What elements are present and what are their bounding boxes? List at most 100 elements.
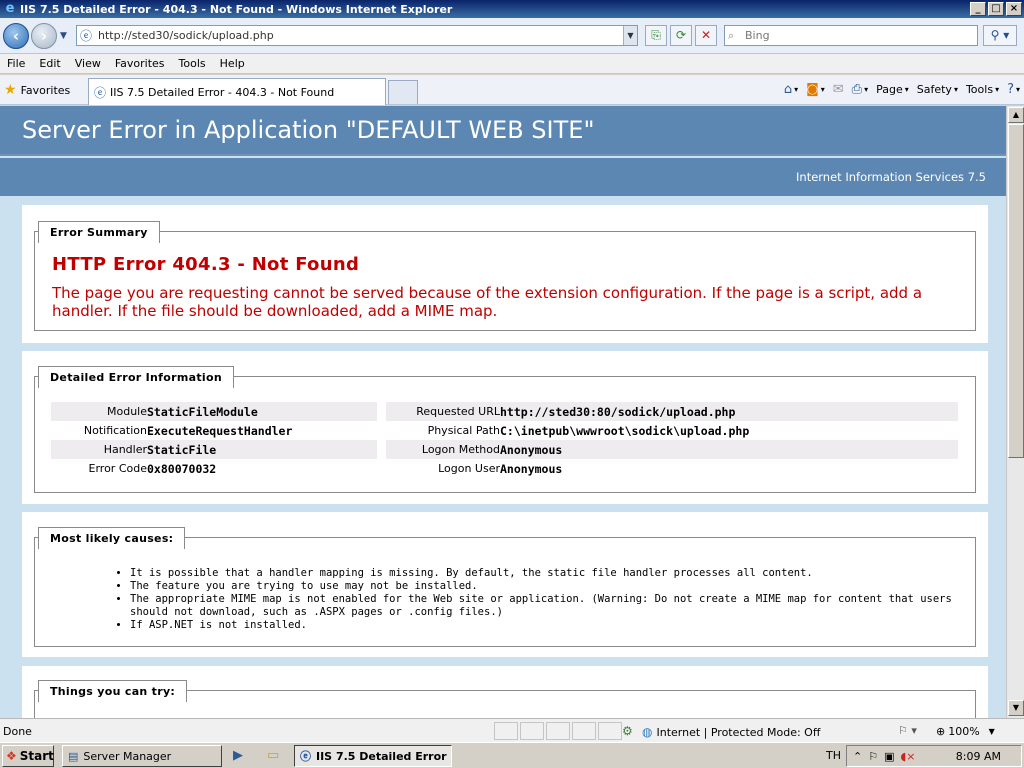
detail-left-column: Module StaticFileModule Notification Execu…: [51, 402, 377, 478]
window-title-bar[interactable]: e IIS 7.5 Detailed Error - 404.3 - Not F…: [0, 0, 1024, 18]
favorites-button[interactable]: ★ Favorites: [4, 82, 70, 98]
tab-active[interactable]: ⓔ IIS 7.5 Detailed Error - 404.3 - Not F…: [88, 78, 386, 105]
error-summary-legend: Error Summary: [38, 221, 160, 243]
status-segment: [598, 722, 622, 740]
stop-button[interactable]: ✕: [695, 25, 717, 46]
maximize-button[interactable]: □: [988, 2, 1004, 16]
back-button[interactable]: ‹: [3, 23, 29, 49]
detail-row: Physical Path C:\inetpub\wwwroot\sodick\u…: [427, 423, 750, 438]
feeds-button[interactable]: ◙ ▾: [806, 82, 825, 97]
close-window-button[interactable]: ×: [1006, 2, 1022, 16]
home-button[interactable]: ⌂ ▾: [784, 82, 798, 97]
rss-icon: ◙: [806, 82, 819, 97]
help-icon: ?: [1007, 82, 1014, 97]
taskbar-item-server-manager[interactable]: ▤ Server Manager: [62, 745, 222, 767]
detail-row: Logon Method Anonymous: [386, 440, 958, 459]
status-segment: [520, 722, 544, 740]
volume-muted-icon[interactable]: ◖×: [901, 750, 916, 763]
status-bar: Done ⚙ ◍ Internet | Protected Mode: Off …: [0, 718, 1024, 742]
menu-tools[interactable]: Tools: [172, 57, 213, 70]
menu-favorites[interactable]: Favorites: [108, 57, 172, 70]
forward-button[interactable]: ›: [31, 23, 57, 49]
error-title: HTTP Error 404.3 - Not Found: [52, 254, 360, 275]
window-title: IIS 7.5 Detailed Error - 404.3 - Not Fou…: [20, 2, 453, 16]
star-icon: ★: [4, 82, 17, 98]
status-segment: [494, 722, 518, 740]
try-panel: Things you can try:: [22, 666, 988, 718]
page-title: Server Error in Application "DEFAULT WEB…: [22, 116, 595, 144]
scroll-down-button[interactable]: ▼: [1008, 700, 1024, 716]
detail-row: Handler StaticFile: [51, 440, 377, 459]
addon-icon[interactable]: ⚙: [622, 724, 633, 738]
error-summary-panel: Error Summary HTTP Error 404.3 - Not Fou…: [22, 205, 988, 343]
help-button[interactable]: ? ▾: [1007, 82, 1020, 97]
refresh-button[interactable]: ⟳: [670, 25, 692, 46]
zoom-control[interactable]: ⊕ 100% ▼: [936, 725, 995, 738]
tools-menu-button[interactable]: Tools ▾: [966, 83, 999, 96]
list-item: If ASP.NET is not installed.: [130, 619, 960, 632]
search-button[interactable]: ⚲ ▾: [983, 25, 1017, 46]
zoom-dropdown-icon[interactable]: ▼: [989, 727, 995, 736]
search-input[interactable]: ⌕ Bing: [724, 25, 978, 46]
globe-icon: ◍: [642, 725, 653, 739]
causes-legend: Most likely causes:: [38, 527, 186, 549]
favorites-label: Favorites: [20, 83, 71, 97]
network-icon[interactable]: ▣: [884, 750, 894, 763]
ie-logo-icon: e: [5, 1, 15, 16]
detail-row: Module StaticFileModule: [51, 402, 377, 421]
print-button[interactable]: ⎙ ▾: [852, 82, 868, 97]
server-name: Internet Information Services 7.5: [796, 170, 986, 184]
language-indicator[interactable]: TH: [826, 749, 841, 762]
security-zone[interactable]: ◍ Internet | Protected Mode: Off: [642, 725, 820, 739]
tray-expand-icon[interactable]: ⌃: [853, 750, 862, 763]
mail-button[interactable]: ✉: [833, 82, 844, 97]
powershell-icon[interactable]: ▶: [233, 748, 243, 763]
safety-menu-button[interactable]: Safety ▾: [917, 83, 958, 96]
vertical-scrollbar[interactable]: ▲ ▼: [1006, 106, 1024, 718]
address-url[interactable]: http://sted30/sodick/upload.php: [98, 29, 623, 42]
menu-edit[interactable]: Edit: [32, 57, 67, 70]
page-subheader: Internet Information Services 7.5: [0, 158, 1006, 196]
home-icon: ⌂: [783, 82, 793, 97]
list-item: The appropriate MIME map is not enabled …: [130, 593, 960, 619]
new-tab-button[interactable]: [388, 80, 418, 104]
start-button[interactable]: ❖ Start: [2, 745, 54, 767]
page-header: Server Error in Application "DEFAULT WEB…: [0, 106, 1006, 156]
explorer-icon[interactable]: ▭: [267, 748, 279, 763]
zoom-level: 100%: [948, 725, 980, 738]
scroll-thumb[interactable]: [1008, 124, 1024, 458]
tab-title: IIS 7.5 Detailed Error - 404.3 - Not Fou…: [110, 85, 335, 99]
try-legend: Things you can try:: [38, 680, 188, 702]
page-icon: ⓔ: [80, 28, 93, 43]
address-dropdown-icon[interactable]: ▼: [623, 26, 637, 45]
page-menu-button[interactable]: Page ▾: [876, 83, 909, 96]
bing-icon: ⌕: [728, 28, 735, 42]
scroll-up-button[interactable]: ▲: [1008, 107, 1024, 123]
menu-bar: File Edit View Favorites Tools Help: [0, 54, 1024, 74]
list-item: It is possible that a handler mapping is…: [130, 567, 960, 580]
compatibility-view-button[interactable]: ⎘: [645, 25, 667, 46]
mail-icon: ✉: [832, 82, 844, 97]
action-center-icon[interactable]: ⚐: [868, 750, 878, 763]
taskbar-item-ie[interactable]: ⓔ IIS 7.5 Detailed Error ...: [294, 745, 452, 767]
menu-help[interactable]: Help: [213, 57, 252, 70]
favorites-bar: ★ Favorites ⓔ IIS 7.5 Detailed Error - 4…: [0, 75, 1024, 105]
page-content: Server Error in Application "DEFAULT WEB…: [0, 106, 1006, 718]
menu-file[interactable]: File: [0, 57, 32, 70]
status-text: Done: [3, 725, 32, 738]
protected-mode-icon[interactable]: ⚐ ▾: [898, 724, 917, 737]
minimize-button[interactable]: _: [970, 2, 986, 16]
detail-row: Requested URL http://sted30:80/sodick/upl…: [386, 402, 958, 421]
print-icon: ⎙: [851, 82, 863, 97]
error-description: The page you are requesting cannot be se…: [52, 284, 923, 320]
ie-task-icon: ⓔ: [300, 750, 311, 763]
detail-row: Logon User Anonymous: [438, 461, 563, 476]
history-dropdown-icon[interactable]: ▼: [60, 31, 67, 41]
clock[interactable]: 8:09 AM: [956, 750, 1001, 763]
causes-panel: Most likely causes: It is possible that …: [22, 512, 988, 657]
status-segment: [546, 722, 570, 740]
zone-text: Internet | Protected Mode: Off: [656, 725, 821, 739]
address-input[interactable]: ⓔ http://sted30/sodick/upload.php ▼: [76, 25, 638, 46]
zoom-icon: ⊕: [936, 725, 946, 738]
menu-view[interactable]: View: [68, 57, 108, 70]
